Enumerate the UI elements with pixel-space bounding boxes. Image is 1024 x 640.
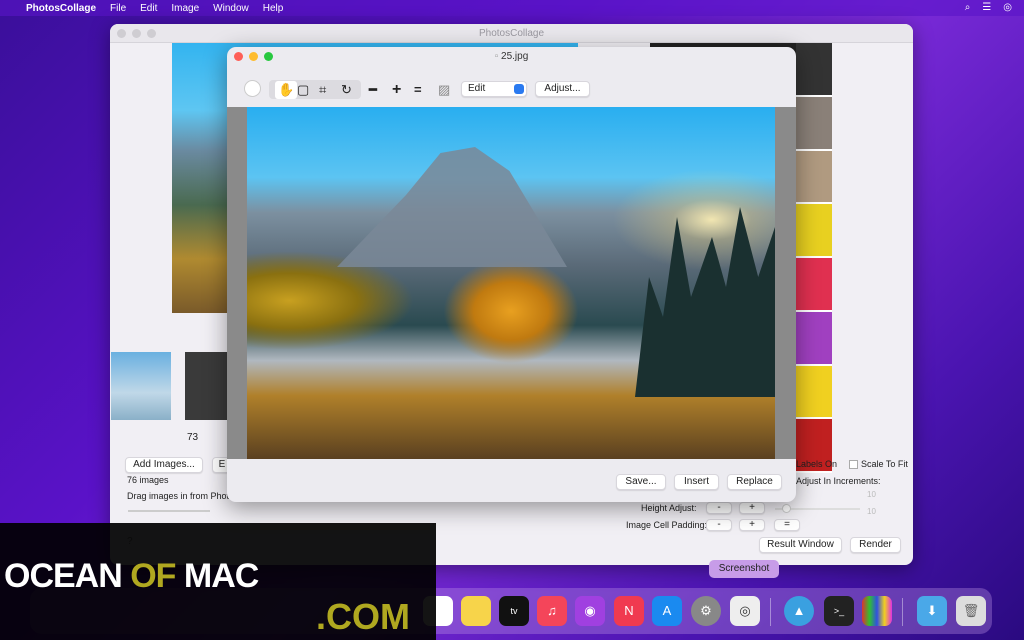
insert-button[interactable]: Insert: [674, 474, 719, 490]
minimize-button[interactable]: [249, 52, 258, 61]
thumbnail-label: 73: [187, 432, 199, 443]
migration-assistant-icon[interactable]: ▲: [784, 596, 814, 626]
control-center-icon[interactable]: ☰: [982, 2, 991, 13]
image-canvas[interactable]: [227, 107, 796, 459]
mode-select[interactable]: Edit: [461, 81, 527, 97]
trash-icon[interactable]: 🗑: [956, 596, 986, 626]
image-icon[interactable]: ▨: [438, 81, 450, 99]
select-tool-icon[interactable]: ▢: [297, 81, 309, 99]
result-window-button[interactable]: Result Window: [759, 537, 842, 553]
zoom-button[interactable]: [147, 29, 156, 38]
apple-tv-icon[interactable]: tv: [499, 596, 529, 626]
width-value: 10: [867, 490, 876, 499]
search-icon[interactable]: ⌕: [965, 2, 971, 13]
screenshot-icon[interactable]: ◎: [730, 596, 760, 626]
labels-on-checkbox[interactable]: Labels On: [796, 459, 837, 469]
height-value: 10: [867, 507, 876, 516]
news-icon[interactable]: N: [614, 596, 644, 626]
padding-equal-button[interactable]: =: [774, 519, 800, 531]
crop-tool-icon[interactable]: ⌗: [319, 81, 326, 99]
downloads-folder-icon[interactable]: ⬇: [917, 596, 947, 626]
image-thumbnail[interactable]: [111, 352, 171, 420]
menu-window[interactable]: Window: [213, 3, 249, 14]
dock-tooltip: Screenshot: [709, 560, 779, 578]
photoscollage-icon[interactable]: [862, 596, 892, 626]
music-icon[interactable]: ♫: [537, 596, 567, 626]
window-title: PhotosCollage: [478, 28, 545, 39]
height-adjust-label: Height Adjust:: [641, 503, 697, 513]
size-slider[interactable]: [128, 510, 210, 512]
drag-hint: Drag images in from Photo: [127, 491, 235, 501]
editor-title: 25.jpg: [501, 51, 529, 62]
notes-icon[interactable]: [461, 596, 491, 626]
zoom-button[interactable]: [264, 52, 273, 61]
minimize-button[interactable]: [132, 29, 141, 38]
padding-plus-button[interactable]: +: [739, 519, 765, 531]
hand-tool-icon[interactable]: ✋: [275, 81, 298, 99]
menu-help[interactable]: Help: [263, 3, 284, 14]
labels-on-label: Labels On: [796, 459, 838, 469]
cell-padding-label: Image Cell Padding:: [626, 520, 708, 530]
main-title-bar: PhotosCollage: [110, 24, 913, 43]
menu-file[interactable]: File: [110, 3, 126, 14]
menu-image[interactable]: Image: [171, 3, 199, 14]
zoom-out-icon[interactable]: ━: [369, 81, 377, 99]
save-button[interactable]: Save...: [616, 474, 666, 490]
zoom-in-icon[interactable]: +: [392, 81, 401, 99]
editor-title-bar: ▫ 25.jpg: [227, 47, 796, 67]
height-minus-button[interactable]: -: [706, 502, 732, 514]
terminal-icon[interactable]: >_: [824, 596, 854, 626]
scale-to-fit-checkbox[interactable]: Scale To Fit: [849, 459, 908, 470]
height-slider[interactable]: [775, 504, 860, 513]
image-editor-window: ▫ 25.jpg ✋ ▢ ⌗ ↻ ━ + = ▨ Edit Adjust... …: [227, 47, 796, 502]
image-thumbnail[interactable]: [185, 352, 227, 420]
actual-size-icon[interactable]: =: [414, 81, 422, 99]
adjust-increments-label: Adjust In Increments:: [796, 476, 881, 486]
collage-right-column: [796, 43, 832, 473]
replace-button[interactable]: Replace: [727, 474, 782, 490]
height-plus-button[interactable]: +: [739, 502, 765, 514]
render-button[interactable]: Render: [850, 537, 901, 553]
brush-size-icon[interactable]: [244, 80, 261, 97]
adjust-button[interactable]: Adjust...: [535, 81, 590, 97]
add-images-button[interactable]: Add Images...: [125, 457, 203, 473]
siri-icon[interactable]: ◎: [1003, 2, 1012, 13]
menu-edit[interactable]: Edit: [140, 3, 157, 14]
watermark: OCEAN OF MAC .COM: [0, 523, 436, 640]
image-count: 76 images: [127, 475, 169, 485]
podcasts-icon[interactable]: ◉: [575, 596, 605, 626]
editor-toolbar: ✋ ▢ ⌗ ↻ ━ + = ▨ Edit Adjust...: [227, 79, 796, 101]
edited-photo: [247, 107, 775, 459]
scale-to-fit-label: Scale To Fit: [861, 459, 908, 469]
menu-bar: PhotosCollage File Edit Image Window Hel…: [0, 0, 1024, 16]
menu-app[interactable]: PhotosCollage: [26, 3, 96, 14]
rotate-icon[interactable]: ↻: [341, 81, 352, 99]
close-button[interactable]: [117, 29, 126, 38]
close-button[interactable]: [234, 52, 243, 61]
padding-minus-button[interactable]: -: [706, 519, 732, 531]
system-preferences-icon[interactable]: ⚙: [691, 596, 721, 626]
app-store-icon[interactable]: A: [652, 596, 682, 626]
